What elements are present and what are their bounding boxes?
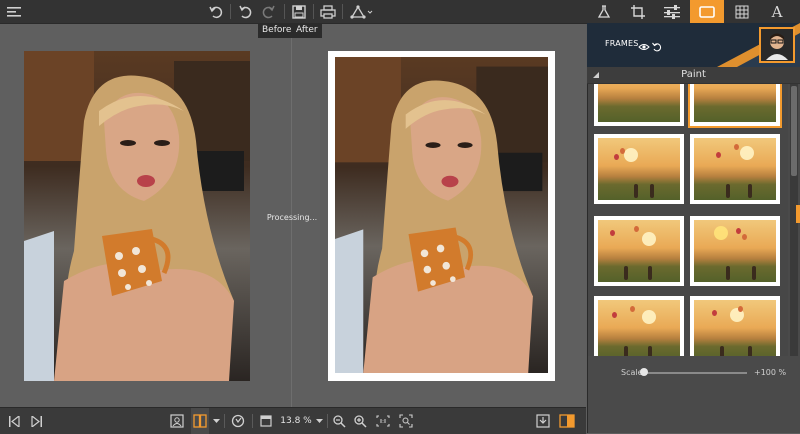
next-image-icon[interactable] (28, 408, 44, 434)
toolbar-separator (342, 4, 343, 19)
toolbar-separator (284, 4, 285, 19)
frame-thumbnail[interactable] (690, 84, 780, 126)
frame-thumbnails (588, 84, 788, 356)
frame-thumbnail[interactable] (690, 296, 780, 356)
fit-screen-icon[interactable] (258, 408, 274, 434)
before-photo (24, 51, 250, 381)
scale-slider-knob[interactable] (640, 368, 648, 376)
crop-icon[interactable] (621, 0, 655, 23)
toolbar-separator (230, 4, 231, 19)
thumbnail-scrollbar-thumb[interactable] (791, 86, 797, 176)
toolbar-separator (313, 4, 314, 19)
frame-thumbnail[interactable] (690, 134, 780, 204)
scale-value: +100 % (754, 368, 787, 377)
frame-thumbnail[interactable] (594, 296, 684, 356)
menu-icon[interactable] (3, 0, 25, 23)
after-photo (335, 57, 548, 373)
scale-slider-track[interactable] (644, 372, 747, 374)
text-icon[interactable]: A (760, 0, 794, 23)
single-view-icon[interactable] (168, 408, 186, 434)
share-icon[interactable] (348, 0, 376, 23)
reset-icon[interactable] (652, 37, 662, 52)
sliders-icon[interactable] (655, 0, 689, 23)
after-label[interactable]: After (292, 23, 322, 38)
save-icon[interactable] (288, 0, 310, 23)
rotate-icon[interactable] (229, 408, 247, 434)
frames-avatar-icon (758, 26, 796, 64)
undo-step-icon[interactable] (234, 0, 256, 23)
first-image-icon[interactable] (6, 408, 22, 434)
frame-icon[interactable] (690, 0, 724, 23)
processing-text: Processing... (266, 213, 318, 222)
compare-toggle-icon[interactable] (557, 408, 577, 434)
flask-icon[interactable] (587, 0, 621, 23)
redo-icon[interactable] (258, 0, 280, 23)
frame-thumbnail[interactable] (594, 216, 684, 286)
zoom-dropdown-icon[interactable] (314, 408, 324, 434)
text-tab-label: A (771, 2, 783, 21)
texture-icon[interactable] (725, 0, 759, 23)
export-icon[interactable] (534, 408, 552, 434)
frame-thumbnail[interactable] (594, 84, 684, 126)
frame-thumbnail[interactable] (690, 216, 780, 286)
category-label[interactable]: Paint (587, 67, 800, 83)
split-view-icon[interactable] (191, 408, 209, 434)
bottom-separator (327, 414, 328, 428)
view-dropdown-icon[interactable] (211, 408, 221, 434)
frame-thumbnail[interactable] (594, 134, 684, 204)
zoom-in-icon[interactable] (352, 408, 368, 434)
before-label[interactable]: Before (258, 23, 296, 38)
print-icon[interactable] (317, 0, 339, 23)
bottom-separator (252, 414, 253, 428)
actual-size-icon[interactable] (374, 408, 392, 434)
undo-icon[interactable] (205, 0, 227, 23)
panel-edge-handle[interactable] (796, 205, 800, 223)
top-toolbar: A (0, 0, 800, 24)
zoom-level[interactable]: 13.8 % (278, 408, 314, 434)
zoom-fit-icon[interactable] (397, 408, 415, 434)
zoom-out-icon[interactable] (331, 408, 347, 434)
bottom-toolbar: 13.8 % (0, 407, 586, 434)
eye-icon[interactable] (638, 37, 650, 50)
frames-title: FRAMES (605, 39, 639, 48)
bottom-separator (224, 414, 225, 428)
